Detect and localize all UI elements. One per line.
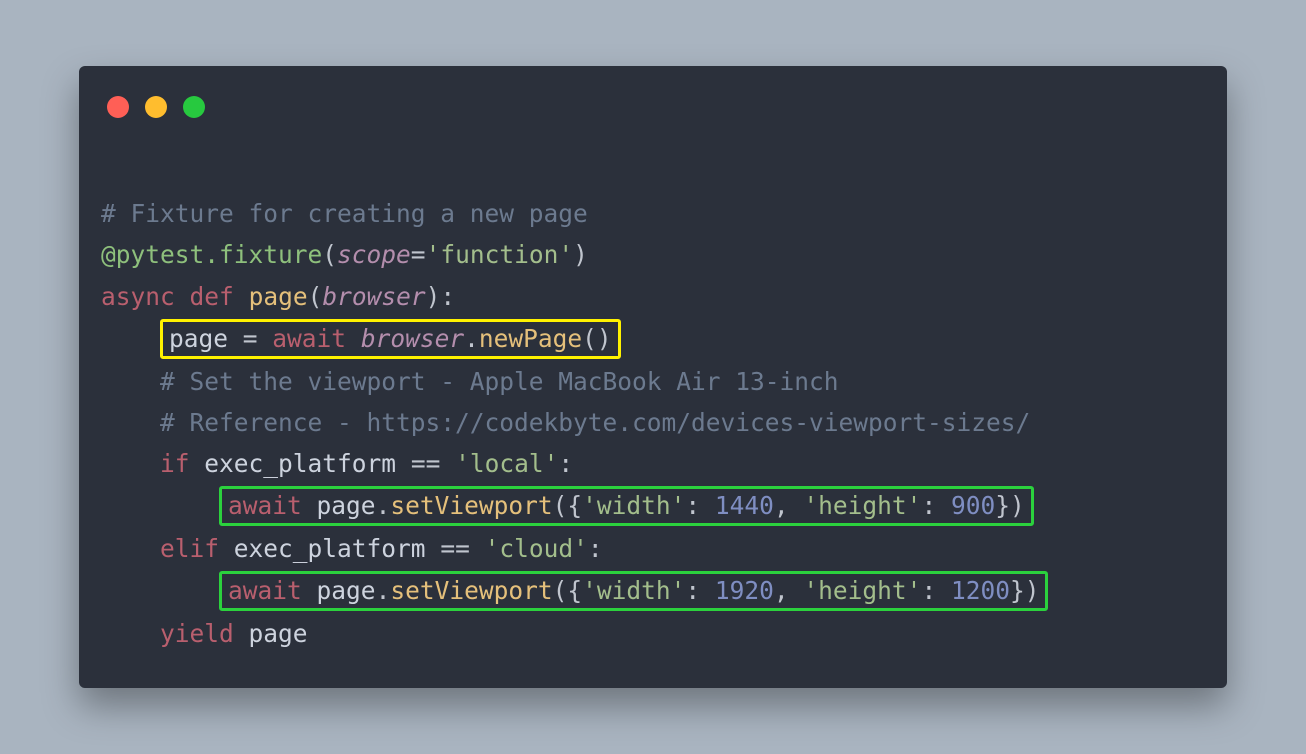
dict-key: 'height' bbox=[803, 491, 921, 520]
paren-close: ) bbox=[573, 240, 588, 269]
comma: , bbox=[774, 491, 804, 520]
identifier: exec_platform bbox=[234, 534, 426, 563]
method: newPage bbox=[479, 324, 582, 353]
open: ({ bbox=[553, 491, 583, 520]
operator-eq: == bbox=[396, 449, 455, 478]
object: page bbox=[317, 491, 376, 520]
kwarg-name: scope bbox=[337, 240, 411, 269]
string-literal: 'cloud' bbox=[485, 534, 588, 563]
zoom-icon[interactable] bbox=[183, 96, 205, 118]
colon: : bbox=[685, 491, 715, 520]
dot: . bbox=[376, 491, 391, 520]
colon: : bbox=[588, 534, 603, 563]
close-icon[interactable] bbox=[107, 96, 129, 118]
keyword-await: await bbox=[228, 491, 302, 520]
highlight-green: await page.setViewport({'width': 1920, '… bbox=[219, 571, 1048, 611]
close: }) bbox=[995, 491, 1025, 520]
dot: . bbox=[464, 324, 479, 353]
number: 1920 bbox=[715, 576, 774, 605]
colon: : bbox=[558, 449, 573, 478]
comma: , bbox=[774, 576, 804, 605]
keyword-await: await bbox=[272, 324, 346, 353]
number: 1440 bbox=[715, 491, 774, 520]
minimize-icon[interactable] bbox=[145, 96, 167, 118]
keyword-def: def bbox=[190, 282, 234, 311]
paren-close-colon: ): bbox=[426, 282, 456, 311]
dict-key: 'width' bbox=[582, 491, 685, 520]
method: setViewport bbox=[390, 491, 552, 520]
equals: = bbox=[411, 240, 426, 269]
parens: () bbox=[582, 324, 612, 353]
code-comment: # Set the viewport - Apple MacBook Air 1… bbox=[160, 367, 839, 396]
code-block: # Fixture for creating a new page @pytes… bbox=[101, 152, 1205, 654]
keyword-elif: elif bbox=[160, 534, 219, 563]
colon: : bbox=[921, 576, 951, 605]
code-comment: # Fixture for creating a new page bbox=[101, 199, 588, 228]
keyword-yield: yield bbox=[160, 619, 234, 648]
assign: = bbox=[228, 324, 272, 353]
keyword-if: if bbox=[160, 449, 190, 478]
identifier: page bbox=[169, 324, 228, 353]
colon: : bbox=[921, 491, 951, 520]
identifier: exec_platform bbox=[204, 449, 396, 478]
highlight-yellow: page = await browser.newPage() bbox=[160, 319, 621, 359]
code-comment: # Reference - https://codekbyte.com/devi… bbox=[160, 408, 1030, 437]
method: setViewport bbox=[390, 576, 552, 605]
param: browser bbox=[322, 282, 425, 311]
dict-key: 'width' bbox=[582, 576, 685, 605]
close: }) bbox=[1010, 576, 1040, 605]
dict-key: 'height' bbox=[803, 576, 921, 605]
decorator: @pytest.fixture bbox=[101, 240, 322, 269]
number: 1200 bbox=[951, 576, 1010, 605]
keyword-await: await bbox=[228, 576, 302, 605]
open: ({ bbox=[553, 576, 583, 605]
number: 900 bbox=[951, 491, 995, 520]
paren-open: ( bbox=[322, 240, 337, 269]
identifier: page bbox=[249, 619, 308, 648]
keyword-async: async bbox=[101, 282, 175, 311]
paren-open: ( bbox=[308, 282, 323, 311]
object: page bbox=[317, 576, 376, 605]
string-literal: 'local' bbox=[455, 449, 558, 478]
window-controls bbox=[101, 96, 1205, 118]
dot: . bbox=[376, 576, 391, 605]
function-name: page bbox=[249, 282, 308, 311]
code-window: # Fixture for creating a new page @pytes… bbox=[79, 66, 1227, 688]
string-literal: 'function' bbox=[426, 240, 574, 269]
operator-eq: == bbox=[426, 534, 485, 563]
highlight-green: await page.setViewport({'width': 1440, '… bbox=[219, 486, 1034, 526]
colon: : bbox=[685, 576, 715, 605]
object: browser bbox=[361, 324, 464, 353]
